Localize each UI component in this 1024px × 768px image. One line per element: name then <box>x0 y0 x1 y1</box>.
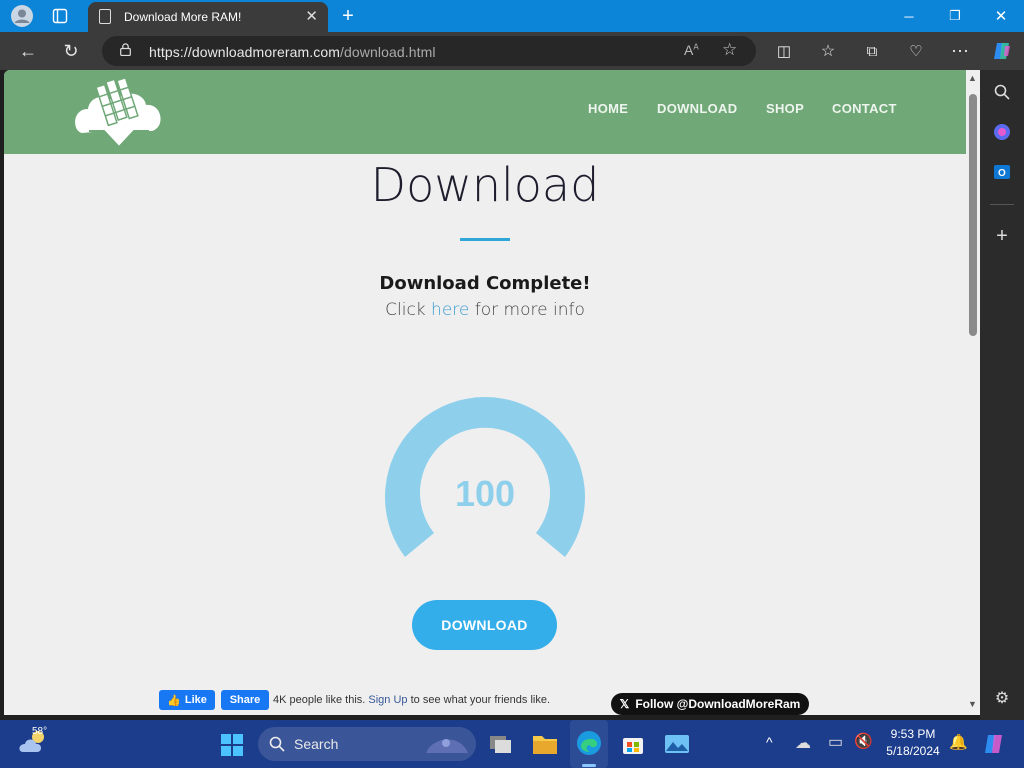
browser-essentials-icon[interactable]: ♡ <box>902 38 930 64</box>
outlook-icon[interactable]: O <box>990 160 1014 184</box>
gauge-value: 100 <box>454 473 516 514</box>
tab-download-more-ram[interactable]: Download More RAM! ✕ <box>88 2 328 32</box>
facebook-share-button[interactable]: Share <box>221 690 269 710</box>
title-bar: Download More RAM! ✕ + ─ ❐ ✕ <box>0 0 1024 32</box>
sidebar-settings-icon[interactable]: ⚙ <box>990 686 1014 710</box>
clock[interactable]: 9:53 PM 5/18/2024 <box>880 727 946 758</box>
tab-title: Download More RAM! <box>124 10 242 24</box>
copilot-taskbar-icon[interactable] <box>982 732 1006 756</box>
site-header: HOME DOWNLOAD SHOP CONTACT <box>4 70 966 154</box>
address-bar-row: ← ↻ https://downloadmoreram.com/download… <box>0 32 1024 70</box>
close-window-button[interactable]: ✕ <box>978 0 1024 32</box>
taskbar: 58° ^ ☁ ▭ 🔇 9:53 PM 5/18/2024 🔔 <box>0 720 1024 768</box>
read-aloud-icon[interactable]: AA <box>684 42 699 58</box>
thumbs-up-icon: 👍 <box>167 694 181 707</box>
time: 9:53 PM <box>890 727 936 741</box>
search-highlight-icon <box>426 739 468 753</box>
x-logo-icon: 𝕏 <box>619 697 630 711</box>
tab-actions-icon[interactable] <box>48 4 72 28</box>
url-text: https://downloadmoreram.com/download.htm… <box>149 44 436 60</box>
favorite-star-icon[interactable]: ☆ <box>722 40 737 60</box>
download-button[interactable]: DOWNLOAD <box>412 600 557 650</box>
close-tab-icon[interactable]: ✕ <box>305 7 318 25</box>
refresh-button[interactable]: ↻ <box>57 38 85 64</box>
add-sidebar-app-icon[interactable]: + <box>990 224 1014 248</box>
nav-contact[interactable]: CONTACT <box>832 101 897 116</box>
facebook-signup-link[interactable]: Sign Up <box>368 694 407 706</box>
photos-app-icon[interactable] <box>664 732 690 756</box>
new-tab-icon[interactable]: + <box>336 4 360 28</box>
page-scrollbar[interactable]: ▲ ▼ <box>966 70 980 715</box>
edge-taskbar-icon[interactable] <box>570 720 608 768</box>
web-page: HOME DOWNLOAD SHOP CONTACT Download Down… <box>4 70 966 715</box>
favorites-icon[interactable]: ☆ <box>814 38 842 64</box>
scroll-thumb[interactable] <box>969 94 977 336</box>
store-icon[interactable] <box>621 732 645 756</box>
copilot-icon[interactable] <box>988 38 1016 64</box>
minimize-button[interactable]: ─ <box>886 0 932 32</box>
nav-home[interactable]: HOME <box>588 101 628 116</box>
weather-widget[interactable]: 58° <box>18 726 52 760</box>
display-icon[interactable]: ▭ <box>828 732 843 752</box>
start-button[interactable] <box>220 733 244 757</box>
lock-icon <box>120 43 131 56</box>
facebook-like-button[interactable]: 👍 Like <box>159 690 215 710</box>
nav-shop[interactable]: SHOP <box>766 101 804 116</box>
scroll-up-arrow[interactable]: ▲ <box>968 73 977 83</box>
show-hidden-icons[interactable]: ^ <box>766 734 773 750</box>
collections-icon[interactable]: ⧉ <box>858 38 886 64</box>
file-explorer-icon[interactable] <box>532 733 558 755</box>
notification-bell-icon[interactable]: 🔔 <box>949 733 968 751</box>
onedrive-icon[interactable]: ☁ <box>795 733 811 753</box>
active-app-indicator <box>582 764 596 767</box>
search-label: Search <box>294 736 339 752</box>
sidebar-divider <box>990 204 1014 205</box>
split-screen-icon[interactable]: ◫ <box>770 38 798 64</box>
windows-logo-icon <box>221 734 243 756</box>
restore-button[interactable]: ❐ <box>932 0 978 32</box>
site-logo[interactable] <box>74 75 164 151</box>
search-icon[interactable] <box>990 80 1014 104</box>
edge-sidebar: O + ⚙ <box>980 70 1024 720</box>
scroll-down-arrow[interactable]: ▼ <box>968 699 977 709</box>
more-info-text: Click here for more info <box>385 300 585 320</box>
settings-more-icon[interactable]: ⋯ <box>946 38 974 64</box>
address-bar[interactable]: https://downloadmoreram.com/download.htm… <box>102 36 756 66</box>
page-icon <box>99 9 111 24</box>
nav-download[interactable]: DOWNLOAD <box>657 101 737 116</box>
facebook-social-text: 4K people like this. Sign Up to see what… <box>273 694 551 706</box>
back-button[interactable]: ← <box>14 38 42 64</box>
more-info-link[interactable]: here <box>431 300 469 320</box>
task-view-icon[interactable] <box>488 733 514 755</box>
date: 5/18/2024 <box>886 744 940 758</box>
page-title: Download <box>370 158 600 212</box>
search-icon <box>269 736 285 752</box>
title-underline <box>460 238 510 241</box>
volume-icon[interactable]: 🔇 <box>854 732 873 750</box>
svg-text:O: O <box>998 168 1006 179</box>
download-status: Download Complete! <box>379 273 591 294</box>
taskbar-search-box[interactable]: Search <box>258 727 476 761</box>
copilot-sidebar-icon[interactable] <box>990 120 1014 144</box>
x-follow-button[interactable]: 𝕏 Follow @DownloadMoreRam <box>611 693 809 715</box>
profile-icon[interactable] <box>10 4 34 28</box>
weather-temperature: 58° <box>32 726 48 737</box>
